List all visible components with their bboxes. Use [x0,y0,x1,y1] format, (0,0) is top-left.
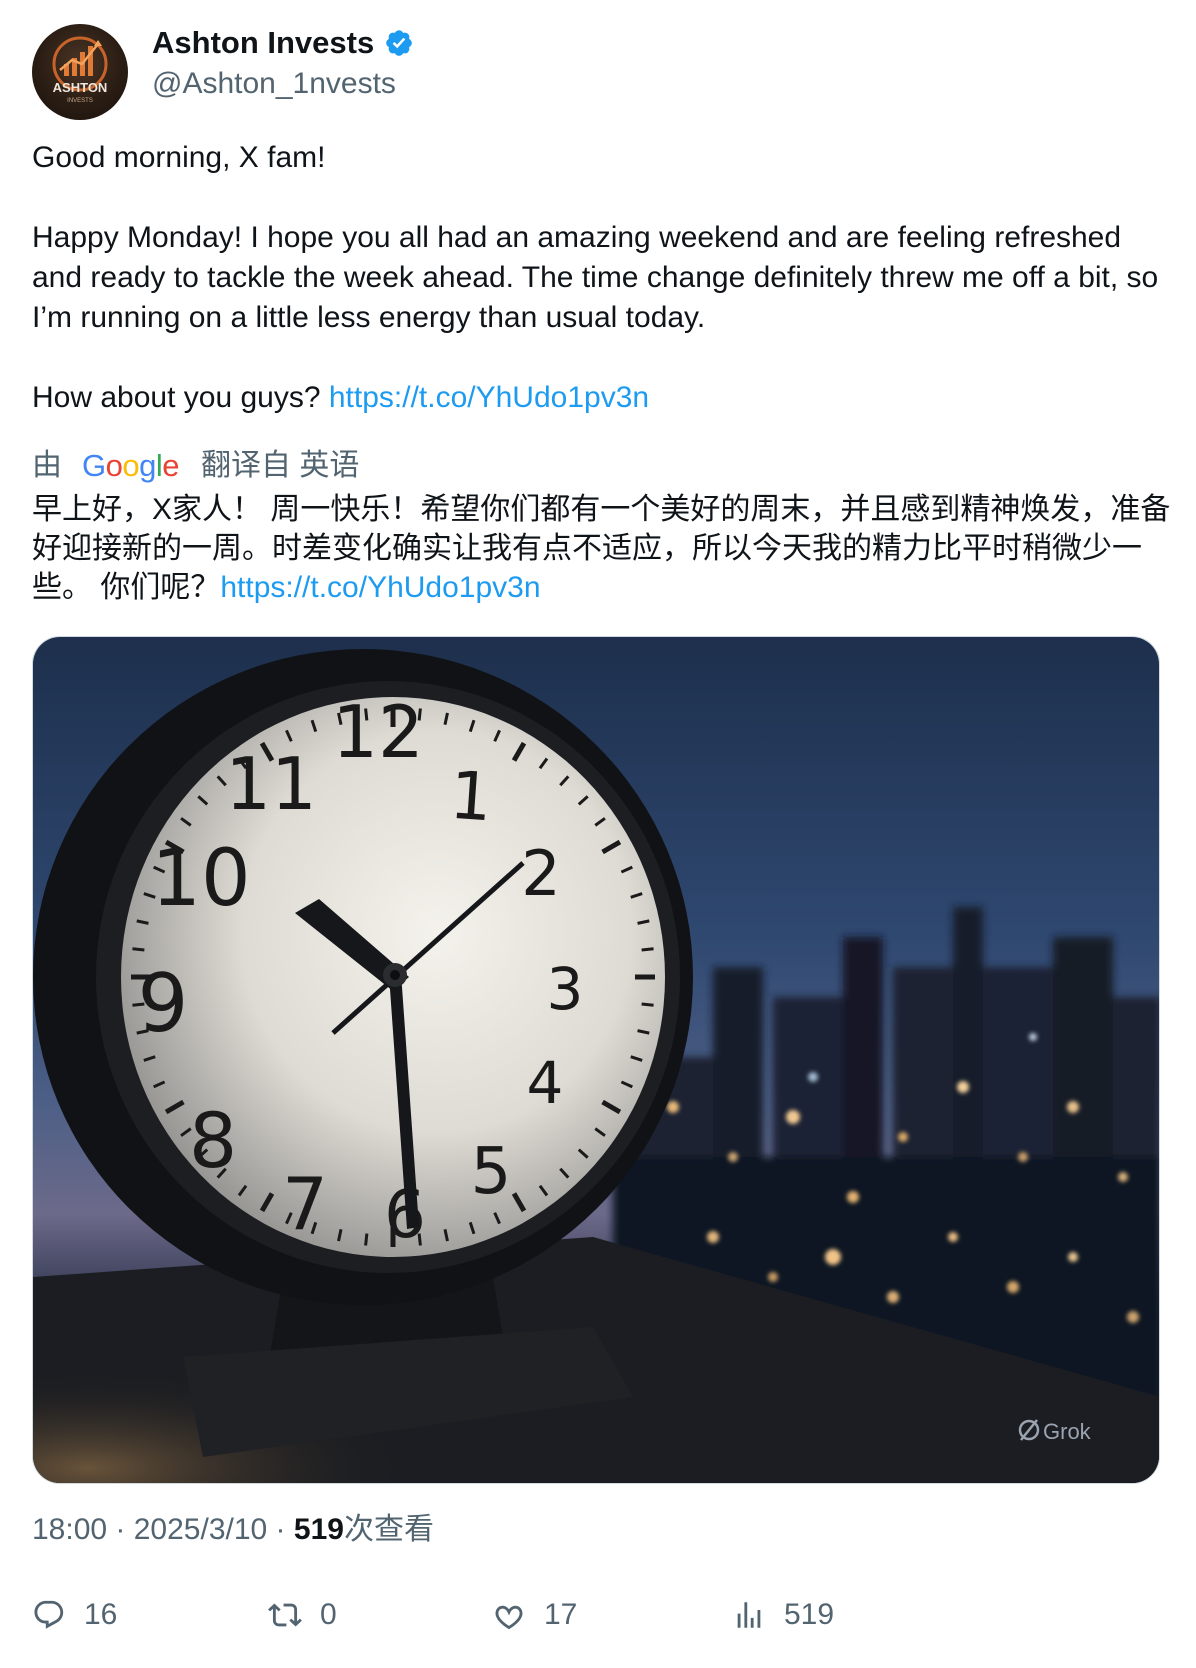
repost-icon [268,1603,302,1627]
translated-text: 早上好，X家人！ 周一快乐！希望你们都有一个美好的周末，并且感到精神焕发，准备好… [32,493,1171,604]
translation-attribution[interactable]: 由 Google 翻译自 英语 [32,446,359,486]
tweet-link[interactable]: https://t.co/YhUdo1pv3n [329,381,649,414]
svg-text:1: 1 [447,757,494,837]
repost-button[interactable]: 0 [268,1598,337,1632]
author-handle[interactable]: @Ashton_1nvests [152,64,414,104]
view-label: 次查看 [343,1513,434,1546]
like-count: 17 [544,1598,578,1631]
translation-prefix: 由 [32,449,62,482]
translated-link[interactable]: https://t.co/YhUdo1pv3n [220,571,540,604]
clock-tick [132,947,145,952]
tweet-media-image[interactable]: 12 1 2 3 4 5 6 7 8 9 10 11 Grok [32,636,1160,1484]
tweet-meta: 18:00 · 2025/3/10 · 519次查看 [32,1513,434,1546]
verified-badge-icon[interactable] [384,28,414,58]
svg-text:Grok: Grok [1043,1419,1092,1444]
svg-text:7: 7 [282,1162,328,1246]
tweet-time[interactable]: 18:00 [32,1513,107,1546]
tweet-header: ASHTON INVESTS Ashton Invests @Ashton_1n… [32,24,414,120]
avatar[interactable]: ASHTON INVESTS [32,24,128,120]
analytics-icon [737,1602,761,1628]
heart-icon [495,1605,523,1630]
action-bar: 16 0 17 519 [32,1598,1172,1644]
reply-button[interactable]: 16 [32,1598,117,1632]
svg-text:10: 10 [151,834,250,924]
clock-tick [641,1002,654,1007]
svg-text:ASHTON: ASHTON [53,80,108,95]
like-button[interactable]: 17 [492,1598,577,1632]
tweet-date[interactable]: 2025/3/10 [134,1513,267,1546]
clock-tick [364,1233,369,1246]
svg-text:8: 8 [189,1096,237,1185]
google-logo: Google [82,448,180,483]
svg-text:5: 5 [471,1135,512,1209]
tweet-text: Good morning, X fam! Happy Monday! I hop… [32,138,1172,418]
clock-tick [641,947,654,952]
repost-count: 0 [320,1598,337,1631]
svg-text:4: 4 [527,1049,564,1117]
svg-text:12: 12 [332,690,424,774]
reply-count: 16 [84,1598,118,1631]
svg-text:3: 3 [547,955,584,1023]
reply-icon [34,1600,64,1629]
avatar-logo-icon: ASHTON INVESTS [52,36,108,104]
author-display-name[interactable]: Ashton Invests [152,24,374,62]
translation-suffix: 翻译自 英语 [201,449,360,482]
svg-text:11: 11 [225,742,317,826]
views-count: 519 [784,1598,835,1631]
tweet-paragraph: Good morning, X fam! [32,141,326,174]
view-count: 519 [293,1513,344,1546]
tweet-paragraph: How about you guys? https://t.co/YhUdo1p… [32,381,650,414]
tweet-paragraph: Happy Monday! I hope you all had an amaz… [32,221,1159,334]
svg-text:2: 2 [521,837,560,910]
svg-text:INVESTS: INVESTS [67,98,93,104]
svg-text:9: 9 [138,957,189,1050]
views-button[interactable]: 519 [732,1598,834,1632]
